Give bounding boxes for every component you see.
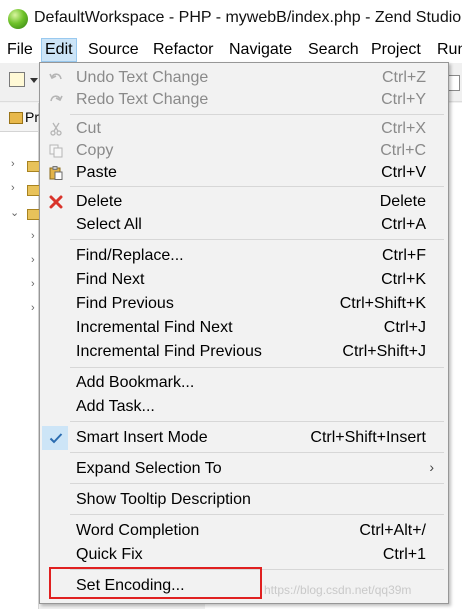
redo-icon: [50, 95, 63, 102]
menu-separator: [70, 114, 444, 115]
menu-item-expand-selection[interactable]: Expand Selection To ›: [40, 457, 448, 481]
menu-item-paste[interactable]: Paste Ctrl+V: [40, 161, 448, 185]
menu-item-label: Select All: [76, 216, 142, 233]
menu-item-label: Undo Text Change: [76, 69, 209, 86]
menu-edit[interactable]: Edit: [41, 38, 77, 62]
menu-item-find-replace[interactable]: Find/Replace... Ctrl+F: [40, 244, 448, 268]
menu-item-shortcut: Ctrl+Shift+J: [342, 343, 426, 360]
expand-arrow-icon[interactable]: ›: [11, 182, 15, 194]
title-bar: DefaultWorkspace - PHP - mywebB/index.ph…: [0, 0, 462, 38]
undo-icon: [49, 73, 62, 80]
menu-item-label: Word Completion: [76, 522, 200, 539]
menu-separator: [70, 452, 444, 453]
menu-item-shortcut: Ctrl+Shift+Insert: [310, 429, 426, 446]
menu-item-label: Cut: [76, 120, 101, 137]
menu-item-shortcut: Ctrl+J: [383, 319, 426, 336]
menu-item-shortcut: Ctrl+1: [382, 546, 426, 563]
menu-item-shortcut: Ctrl+C: [380, 142, 426, 159]
expand-arrow-icon[interactable]: ›: [31, 230, 35, 242]
menu-item-incremental-find-next[interactable]: Incremental Find Next Ctrl+J: [40, 316, 448, 340]
dropdown-arrow-icon[interactable]: [30, 78, 38, 83]
menu-separator: [70, 239, 444, 240]
menu-source[interactable]: Source: [85, 38, 142, 62]
menu-item-word-completion[interactable]: Word Completion Ctrl+Alt+/: [40, 519, 448, 543]
menu-item-undo[interactable]: Undo Text Change Ctrl+Z: [40, 66, 448, 90]
delete-x-icon: [49, 195, 63, 209]
menu-search[interactable]: Search: [305, 38, 362, 62]
expand-arrow-icon[interactable]: ›: [11, 158, 15, 170]
menu-item-label: Add Bookmark...: [76, 374, 195, 391]
menu-item-shortcut: Ctrl+A: [381, 216, 426, 233]
menu-item-shortcut: Ctrl+Alt+/: [359, 522, 426, 539]
highlight-annotation-box: [49, 567, 262, 599]
menu-item-show-tooltip-description[interactable]: Show Tooltip Description: [40, 488, 448, 512]
menu-item-smart-insert-mode[interactable]: Smart Insert Mode Ctrl+Shift+Insert: [40, 426, 448, 450]
menu-item-label: Incremental Find Next: [76, 319, 233, 336]
menu-item-find-next[interactable]: Find Next Ctrl+K: [40, 268, 448, 292]
chevron-right-icon: ›: [429, 459, 434, 475]
menu-run[interactable]: Run: [434, 38, 462, 62]
menu-item-label: Find Next: [76, 271, 145, 288]
menu-item-label: Find/Replace...: [76, 247, 184, 264]
menu-separator: [70, 514, 444, 515]
menu-item-copy[interactable]: Copy Ctrl+C: [40, 139, 448, 163]
menu-item-label: Show Tooltip Description: [76, 491, 251, 508]
expand-arrow-icon[interactable]: ›: [31, 278, 35, 290]
menu-item-shortcut: Ctrl+F: [382, 247, 426, 264]
menu-item-label: Add Task...: [76, 398, 155, 415]
menu-item-label: Redo Text Change: [76, 91, 209, 108]
menu-item-add-bookmark[interactable]: Add Bookmark...: [40, 371, 448, 395]
menu-separator: [70, 367, 444, 368]
menu-item-incremental-find-previous[interactable]: Incremental Find Previous Ctrl+Shift+J: [40, 340, 448, 364]
expand-arrow-icon[interactable]: ›: [31, 254, 35, 266]
menu-refactor[interactable]: Refactor: [150, 38, 216, 62]
menu-item-shortcut: Delete: [379, 193, 426, 210]
menu-separator: [70, 483, 444, 484]
menu-item-label: Expand Selection To: [76, 460, 222, 477]
menu-bar: File Edit Source Refactor Navigate Searc…: [0, 38, 462, 63]
menu-item-quick-fix[interactable]: Quick Fix Ctrl+1: [40, 543, 448, 567]
menu-item-select-all[interactable]: Select All Ctrl+A: [40, 213, 448, 237]
project-explorer: Pr › › ⌄ › › › ›: [0, 103, 41, 609]
edit-menu-dropdown: Undo Text Change Ctrl+Z Redo Text Change…: [39, 62, 449, 604]
folder-icon: [9, 112, 23, 124]
menu-item-redo[interactable]: Redo Text Change Ctrl+Y: [40, 88, 448, 112]
copy-icon: [49, 144, 63, 158]
expand-arrow-icon[interactable]: ›: [31, 302, 35, 314]
menu-separator: [70, 186, 444, 187]
window-title: DefaultWorkspace - PHP - mywebB/index.ph…: [34, 9, 462, 26]
menu-item-label: Quick Fix: [76, 546, 143, 563]
menu-item-delete[interactable]: Delete Delete: [40, 190, 448, 214]
menu-item-shortcut: Ctrl+Y: [381, 91, 426, 108]
menu-file[interactable]: File: [4, 38, 36, 62]
zend-studio-logo-icon: [8, 9, 28, 29]
menu-item-shortcut: Ctrl+Z: [382, 69, 426, 86]
menu-item-shortcut: Ctrl+Shift+K: [339, 295, 426, 312]
menu-project[interactable]: Project: [368, 38, 424, 62]
checkmark-icon: [49, 433, 63, 444]
menu-navigate[interactable]: Navigate: [226, 38, 295, 62]
explorer-tab[interactable]: Pr: [0, 103, 39, 132]
explorer-tab-label: Pr: [25, 109, 39, 125]
menu-item-cut[interactable]: Cut Ctrl+X: [40, 117, 448, 141]
clipboard-icon: [49, 166, 63, 180]
menu-item-label: Incremental Find Previous: [76, 343, 262, 360]
scissors-icon: [50, 122, 62, 136]
menu-item-label: Smart Insert Mode: [76, 429, 208, 446]
menu-item-label: Copy: [76, 142, 114, 159]
menu-item-shortcut: Ctrl+X: [381, 120, 426, 137]
menu-item-shortcut: Ctrl+K: [381, 271, 426, 288]
menu-item-label: Delete: [76, 193, 123, 210]
menu-item-find-previous[interactable]: Find Previous Ctrl+Shift+K: [40, 292, 448, 316]
menu-separator: [70, 421, 444, 422]
menu-item-label: Paste: [76, 164, 117, 181]
menu-item-add-task[interactable]: Add Task...: [40, 395, 448, 419]
new-file-icon[interactable]: [9, 72, 25, 87]
menu-item-label: Find Previous: [76, 295, 174, 312]
watermark-text: https://blog.csdn.net/qq39m: [264, 583, 412, 597]
collapse-arrow-icon[interactable]: ⌄: [10, 206, 19, 219]
menu-item-shortcut: Ctrl+V: [381, 164, 426, 181]
